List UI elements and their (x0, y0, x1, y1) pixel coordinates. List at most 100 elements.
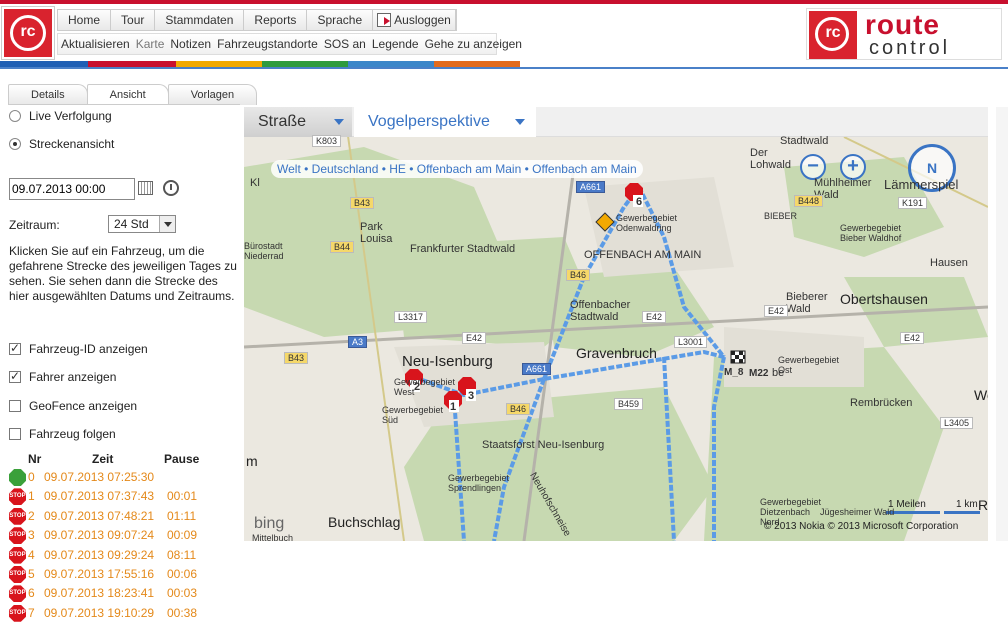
stop-pause: 00:38 (167, 605, 198, 620)
menu-home[interactable]: Home (58, 10, 112, 30)
help-text: Klicken Sie auf ein Fahrzeug, um die gef… (9, 244, 237, 303)
stop-row[interactable]: STOP 4 09.07.2013 09:29:24 08:11 (9, 546, 239, 565)
road-shield: L3405 (940, 417, 974, 429)
toolbar-notizen[interactable]: Notizen (167, 34, 214, 54)
zeitraum-value: 24 Std (114, 217, 149, 231)
logo-text: rc (20, 23, 36, 40)
map-label: Rembrücken (850, 397, 913, 409)
map-label: Gravenbruch (576, 345, 657, 361)
stop-nr: 6 (28, 586, 35, 601)
map-label: Kl (250, 177, 260, 189)
toolbar-sos[interactable]: SOS an (321, 34, 369, 54)
map-label: OFFENBACH AM MAIN (584, 249, 702, 261)
road-shield: B43 (284, 352, 309, 364)
top-red-bar (0, 0, 1008, 4)
radio-live[interactable]: Live Verfolgung (9, 109, 112, 123)
stop-row[interactable]: 0 09.07.2013 07:25:30 (9, 468, 239, 487)
stop-row[interactable]: STOP 1 09.07.2013 07:37:43 00:01 (9, 487, 239, 506)
zeitraum-label: Zeitraum: (9, 218, 60, 232)
toolbar-karte[interactable]: Karte (133, 34, 168, 54)
stop-row[interactable]: STOP 3 09.07.2013 09:07:24 00:09 (9, 526, 239, 545)
stop-zeit: 09.07.2013 07:37:43 (44, 489, 155, 504)
checkbox[interactable] (9, 428, 21, 440)
tab-vorlagen[interactable]: Vorlagen (167, 84, 258, 105)
checkbox[interactable] (9, 400, 21, 412)
tab-ansicht[interactable]: Ansicht (86, 84, 169, 105)
app-logo[interactable]: rc (2, 7, 54, 59)
map-label: be (772, 367, 785, 379)
stop-pause: 00:03 (167, 586, 198, 601)
map-label: Obertshausen (840, 291, 928, 307)
map-label: M22 (749, 368, 769, 379)
radio-live-label: Live Verfolgung (29, 109, 112, 123)
calendar-icon[interactable] (138, 181, 153, 195)
map-label: Frankfurter Stadtwald (410, 243, 516, 255)
toolbar-aktualisieren[interactable]: Aktualisieren (58, 34, 133, 54)
stop-sign-icon: STOP (9, 604, 26, 622)
brand-logo: rc route control (806, 8, 1002, 60)
menu-stammdaten[interactable]: Stammdaten (155, 10, 245, 30)
map-label: Wo (974, 387, 988, 403)
map-copyright: © 2013 Nokia © 2013 Microsoft Corporatio… (764, 521, 959, 532)
map-label: m (246, 453, 258, 469)
map-label: Der Lohwald (750, 147, 791, 171)
road-shield: L3001 (674, 336, 708, 348)
scale-label-km: 1 km (956, 499, 978, 510)
logout-icon (377, 13, 392, 27)
col-header-pause: Pause (164, 452, 200, 466)
stop-nr: 2 (28, 508, 35, 523)
start-flag-icon (9, 469, 26, 486)
stop-row[interactable]: STOP 2 09.07.2013 07:48:21 01:11 (9, 507, 239, 526)
map-label: 3 (468, 390, 475, 402)
road-shield: B43 (350, 197, 375, 209)
toolbar-gehe-zu[interactable]: Gehe zu anzeigen (422, 34, 525, 54)
stop-pause: 00:09 (167, 528, 198, 543)
zeitraum-select[interactable]: 24 Std (108, 215, 176, 233)
checkbox[interactable] (9, 341, 21, 355)
stop-nr: 5 (28, 567, 35, 581)
stop-pause: 01:11 (167, 508, 197, 523)
stop-row[interactable]: STOP 6 09.07.2013 18:23:41 00:03 (9, 584, 239, 603)
checkbox-fahrzeug-id[interactable]: Fahrzeug-ID anzeigen (9, 341, 148, 356)
stop-nr: 0 (28, 470, 35, 484)
tab-details[interactable]: Details (8, 84, 88, 105)
toolbar-fahrzeugstandorte[interactable]: Fahrzeugstandorte (214, 34, 321, 54)
checkbox-geofence[interactable]: GeoFence anzeigen (9, 399, 137, 413)
radio-button[interactable] (9, 110, 21, 122)
stop-sign-icon: STOP (9, 488, 26, 506)
chevron-down-icon[interactable] (507, 107, 533, 137)
stop-zeit: 09.07.2013 09:07:24 (44, 528, 155, 543)
stop-row[interactable]: STOP 7 09.07.2013 19:10:29 00:38 (9, 604, 239, 623)
checkbox-folgen[interactable]: Fahrzeug folgen (9, 427, 116, 441)
road-shield: L3317 (394, 311, 428, 323)
stop-pause: 00:01 (167, 489, 198, 504)
menu-reports[interactable]: Reports (244, 10, 308, 30)
radio-route[interactable]: Streckenansicht (9, 137, 114, 151)
stop-row[interactable]: STOP 5 09.07.2013 17:55:16 00:06 (9, 565, 239, 584)
menu-logout[interactable]: Ausloggen (373, 10, 456, 30)
map-view[interactable]: Straße Vogelperspektive Welt • Deutschla… (244, 107, 988, 541)
radio-button-selected[interactable] (9, 138, 21, 150)
stop-sign-icon: STOP (9, 546, 26, 564)
chevron-down-icon[interactable] (159, 216, 175, 232)
checkbox-fahrer[interactable]: Fahrer anzeigen (9, 369, 116, 384)
scale-label-miles: 1 Meilen (888, 499, 926, 510)
road-shield: B459 (614, 398, 644, 410)
menu-tour[interactable]: Tour (111, 10, 156, 30)
chevron-down-icon[interactable] (326, 107, 352, 137)
stop-sign-icon: STOP (9, 585, 26, 603)
menu-sprache[interactable]: Sprache (307, 10, 374, 30)
page-scrollbar[interactable] (996, 107, 1008, 541)
map-breadcrumb[interactable]: Welt • Deutschland • HE • Offenbach am M… (271, 160, 643, 178)
date-input[interactable] (9, 178, 135, 200)
map-toolbar: Aktualisieren Karte Notizen Fahrzeugstan… (57, 33, 522, 55)
stop-nr: 3 (28, 528, 35, 543)
stop-zeit: 09.07.2013 09:29:24 (44, 547, 155, 562)
clock-icon[interactable] (163, 180, 179, 196)
map-label: Stadtwald (780, 135, 829, 147)
map-label: Gewerbegebiet Bieber Waldhof (840, 223, 902, 243)
toolbar-legende[interactable]: Legende (369, 34, 422, 54)
checkbox-label: GeoFence anzeigen (29, 399, 138, 413)
checkbox[interactable] (9, 369, 21, 383)
map-label: Gewerbegebiet Odenwaldring (616, 213, 678, 233)
